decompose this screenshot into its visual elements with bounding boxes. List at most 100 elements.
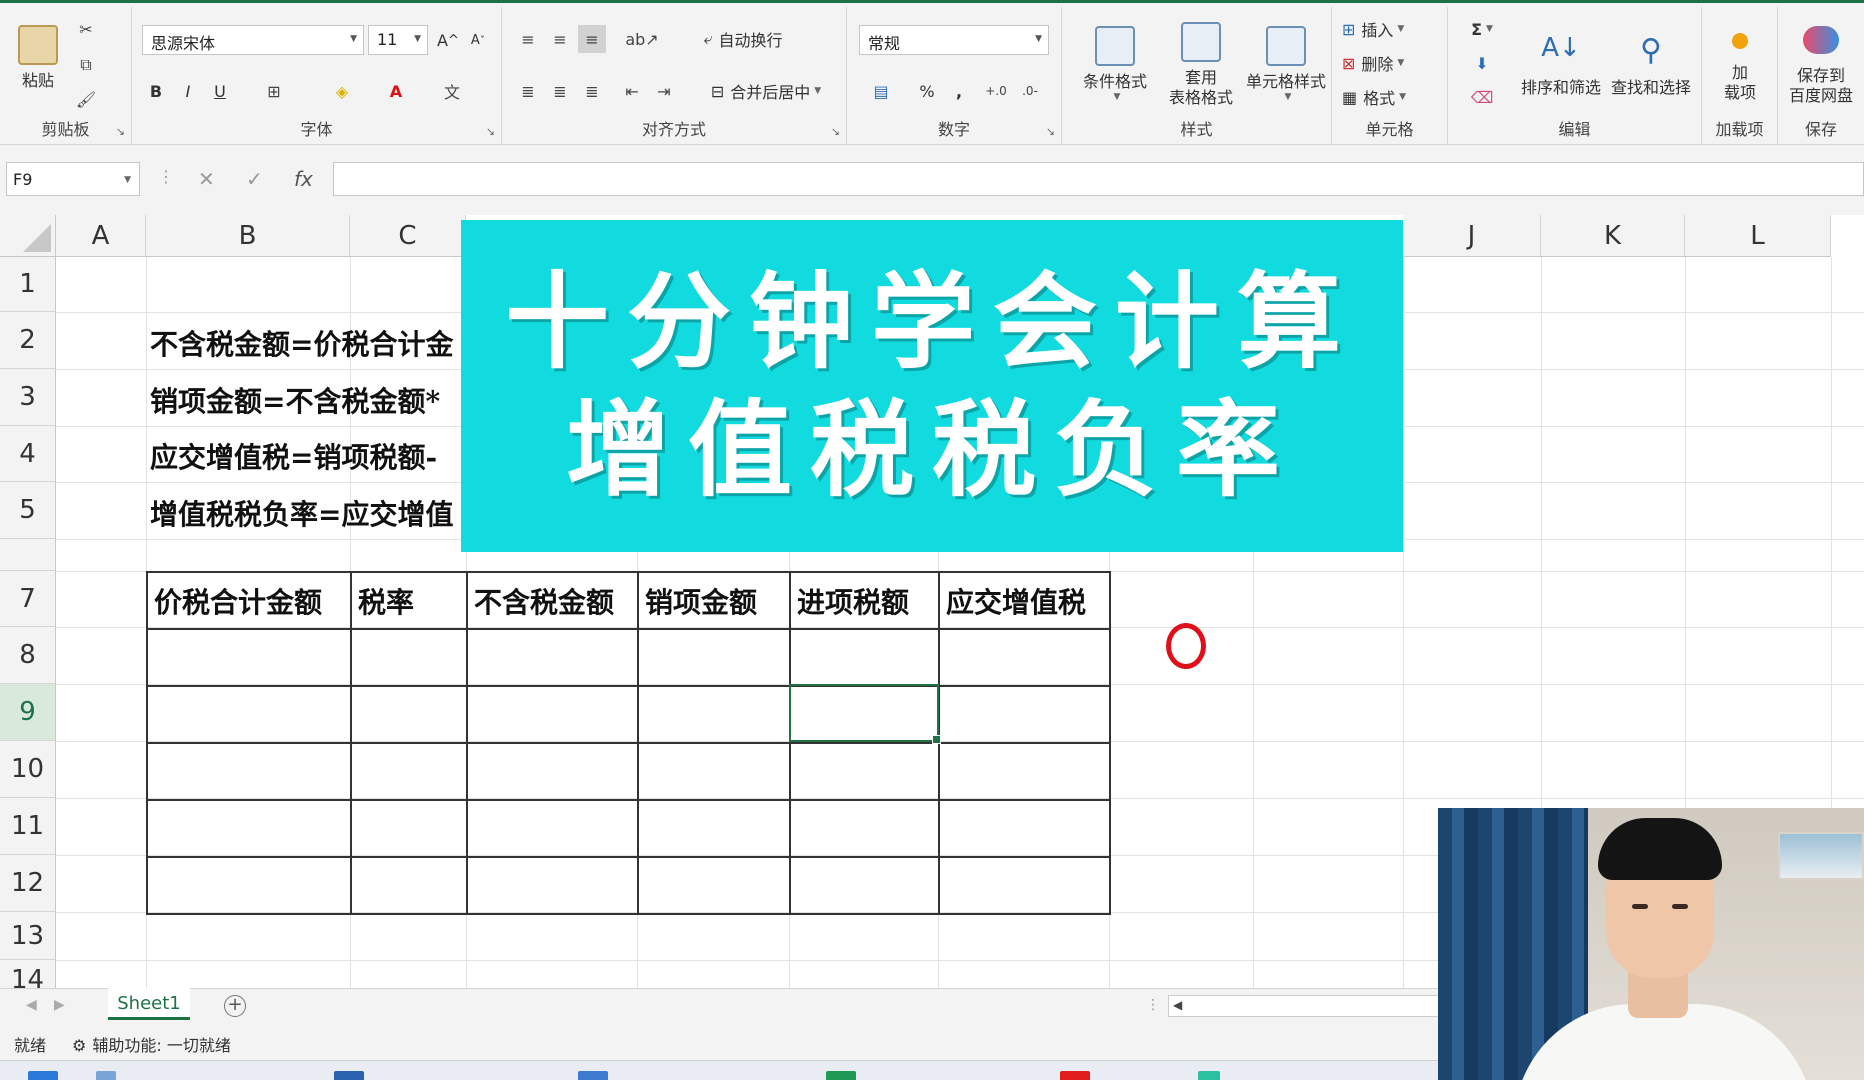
cell-b5[interactable]: 增值税税负率=应交增值 — [150, 493, 453, 533]
conditional-format-button[interactable]: 条件格式 ▼ — [1072, 17, 1158, 113]
tab-scroll-left-icon[interactable]: ◀ — [26, 997, 37, 1013]
dialog-launcher-icon[interactable]: ↘ — [1046, 125, 1055, 138]
table-cell[interactable] — [146, 742, 352, 801]
taskbar-app-icon[interactable] — [1060, 1071, 1090, 1080]
format-cells-button[interactable]: ▦ 格式 ▼ — [1342, 83, 1442, 111]
table-cell[interactable] — [938, 799, 1111, 858]
row-header-7[interactable]: 7 — [0, 571, 56, 627]
align-middle-icon[interactable]: ≡ — [546, 25, 574, 53]
table-cell[interactable] — [350, 628, 468, 687]
align-center-icon[interactable]: ≣ — [546, 77, 574, 105]
taskbar-app-icon[interactable] — [96, 1071, 116, 1080]
percent-button[interactable]: % — [913, 77, 941, 105]
delete-cells-button[interactable]: ⊠ 删除 ▼ — [1342, 49, 1442, 77]
table-cell[interactable] — [466, 628, 639, 687]
decrease-indent-icon[interactable]: ⇤ — [618, 77, 646, 105]
row-header-3[interactable]: 3 — [0, 369, 56, 426]
table-cell[interactable] — [938, 685, 1111, 744]
table-cell[interactable] — [637, 799, 791, 858]
paste-button[interactable]: 粘贴 — [8, 13, 68, 103]
grow-font-button[interactable]: A ^ — [434, 27, 462, 53]
table-cell[interactable] — [146, 856, 352, 915]
tab-scroll-right-icon[interactable]: ▶ — [54, 997, 65, 1013]
dialog-launcher-icon[interactable]: ↘ — [486, 125, 495, 138]
table-cell[interactable] — [789, 799, 940, 858]
scroll-left-icon[interactable]: ◀ — [1173, 998, 1182, 1012]
table-cell[interactable] — [789, 856, 940, 915]
addins-button[interactable]: 加 载项 — [1708, 21, 1772, 115]
table-cell[interactable] — [350, 799, 468, 858]
table-cell[interactable] — [146, 799, 352, 858]
dialog-launcher-icon[interactable]: ↘ — [116, 125, 125, 138]
formula-input[interactable] — [333, 162, 1864, 196]
horizontal-scrollbar[interactable]: ◀ — [1168, 995, 1448, 1017]
table-header-cell[interactable]: 进项税额 — [789, 571, 940, 630]
merge-center-button[interactable]: ⊟ 合并后居中 ▼ — [698, 77, 834, 105]
orientation-icon[interactable]: ab↗ — [622, 25, 662, 53]
comma-button[interactable]: , — [945, 77, 973, 105]
font-color-icon[interactable]: A — [382, 77, 410, 105]
borders-icon[interactable]: ⊞ — [260, 77, 288, 105]
align-top-icon[interactable]: ≡ — [514, 25, 542, 53]
dialog-launcher-icon[interactable]: ↘ — [831, 125, 840, 138]
table-header-cell[interactable]: 销项金额 — [637, 571, 791, 630]
sheet-tab-sheet1[interactable]: Sheet1 — [108, 988, 190, 1020]
clear-icon[interactable]: ⌫ — [1462, 83, 1502, 111]
cell-b3[interactable]: 销项金额=不含税金额* — [150, 380, 440, 420]
add-sheet-icon[interactable]: + — [224, 995, 246, 1017]
row-header-12[interactable]: 12 — [0, 855, 56, 912]
column-header-j[interactable]: J — [1403, 215, 1541, 257]
table-header-cell[interactable]: 价税合计金额 — [146, 571, 352, 630]
accessibility-status[interactable]: ⚙ 辅助功能: 一切就绪 — [72, 1032, 231, 1056]
row-header-8[interactable]: 8 — [0, 627, 56, 684]
copy-icon[interactable]: ⧉ — [74, 53, 98, 77]
table-cell[interactable] — [466, 799, 639, 858]
table-cell[interactable] — [637, 856, 791, 915]
row-header-9[interactable]: 9 — [0, 684, 56, 741]
table-cell[interactable] — [938, 628, 1111, 687]
table-cell[interactable] — [466, 856, 639, 915]
bold-button[interactable]: B — [142, 77, 170, 105]
table-cell[interactable] — [466, 685, 639, 744]
table-header-cell[interactable]: 税率 — [350, 571, 468, 630]
format-as-table-button[interactable]: 套用 表格格式 — [1158, 17, 1244, 113]
autosum-button[interactable]: Σ ▼ — [1462, 15, 1502, 43]
row-header-2[interactable]: 2 — [0, 312, 56, 369]
excel-taskbar-icon[interactable] — [826, 1071, 856, 1080]
row-header-10[interactable]: 10 — [0, 741, 56, 798]
enter-icon[interactable]: ✓ — [246, 167, 263, 191]
align-left-icon[interactable]: ≣ — [514, 77, 542, 105]
increase-indent-icon[interactable]: ⇥ — [650, 77, 678, 105]
table-header-cell[interactable]: 应交增值税 — [938, 571, 1111, 630]
align-bottom-icon[interactable]: ≡ — [578, 25, 606, 53]
name-box[interactable]: F9 ▼ — [6, 162, 140, 196]
decrease-decimal-icon[interactable]: .0- — [1015, 77, 1045, 105]
row-header-1[interactable]: 1 — [0, 257, 56, 312]
row-header-14[interactable]: 14 — [0, 960, 56, 988]
table-cell[interactable] — [637, 742, 791, 801]
shrink-font-button[interactable]: Aˇ — [464, 27, 492, 53]
table-header-cell[interactable]: 不含税金额 — [466, 571, 639, 630]
font-name-select[interactable]: 思源宋体 ▼ — [142, 25, 364, 55]
taskbar-app-icon[interactable] — [578, 1071, 608, 1080]
save-to-baidu-button[interactable]: 保存到 百度网盘 — [1778, 17, 1864, 115]
table-cell[interactable] — [938, 742, 1111, 801]
cut-icon[interactable]: ✂ — [74, 17, 98, 41]
column-header-a[interactable]: A — [56, 215, 146, 257]
cancel-icon[interactable]: ✕ — [198, 167, 215, 191]
align-right-icon[interactable]: ≣ — [578, 77, 606, 105]
table-cell[interactable] — [350, 685, 468, 744]
taskbar-app-icon[interactable] — [334, 1071, 364, 1080]
cell-b2[interactable]: 不含税金额=价税合计金 — [150, 323, 453, 363]
table-cell[interactable] — [350, 856, 468, 915]
italic-button[interactable]: I — [174, 77, 202, 105]
table-cell[interactable] — [789, 628, 940, 687]
format-painter-icon[interactable]: 🖌 — [74, 87, 98, 111]
row-header-4[interactable]: 4 — [0, 426, 56, 482]
splitter-icon[interactable]: ⋮ — [1146, 997, 1160, 1013]
increase-decimal-icon[interactable]: +.0 — [981, 77, 1011, 105]
start-icon[interactable] — [28, 1071, 58, 1080]
phonetic-icon[interactable]: 文 — [438, 77, 466, 105]
row-header-6[interactable] — [0, 539, 56, 571]
fill-color-icon[interactable]: ◈ — [328, 77, 356, 105]
